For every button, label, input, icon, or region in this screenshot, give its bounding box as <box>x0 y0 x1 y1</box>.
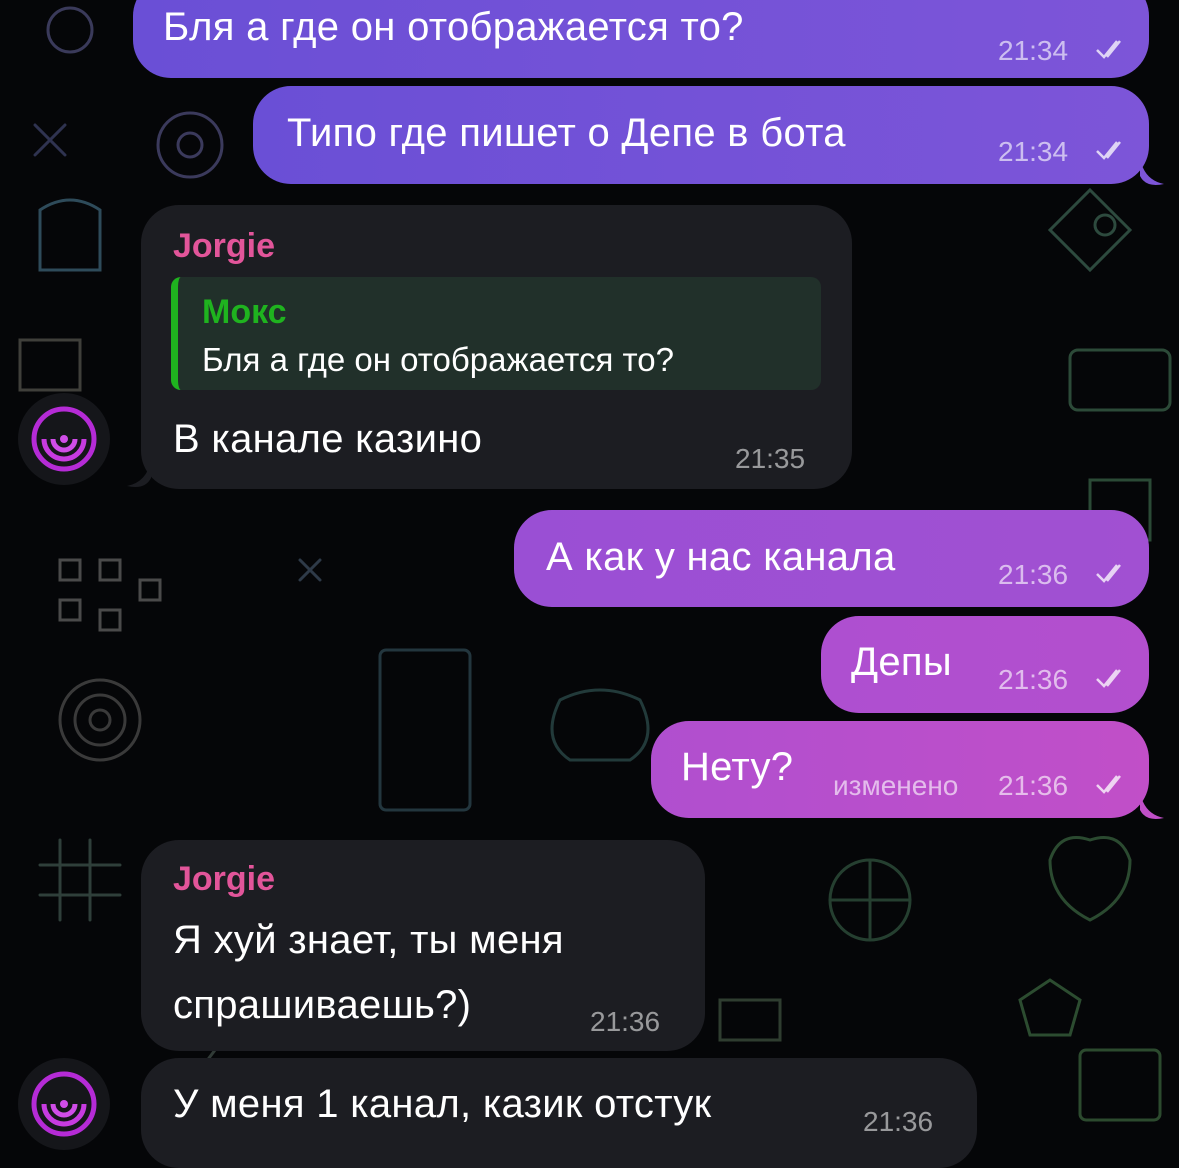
message-bubble-outgoing[interactable]: Бля а где он отображается то? 21:34 <box>133 0 1149 78</box>
message-text: Нету? <box>681 745 794 789</box>
reply-author: Мокс <box>202 293 287 331</box>
message-time: 21:34 <box>998 136 1069 167</box>
edited-label: изменено <box>833 770 959 801</box>
reply-quote[interactable]: Мокс Бля а где он отображается то? <box>171 277 821 390</box>
sender-name[interactable]: Jorgie <box>173 227 275 266</box>
double-check-icon <box>1096 775 1121 794</box>
double-check-icon <box>1096 141 1121 160</box>
double-check-icon <box>1096 564 1121 583</box>
radar-logo-icon <box>31 406 97 472</box>
sender-name[interactable]: Jorgie <box>173 860 275 899</box>
message-bubble-outgoing[interactable]: Депы 21:36 <box>821 616 1149 713</box>
message-time: 21:36 <box>590 1006 661 1037</box>
message-time: 21:35 <box>735 443 806 474</box>
message-time: 21:36 <box>863 1106 934 1137</box>
message-text: У меня 1 канал, казик отстук <box>173 1082 712 1126</box>
message-time: 21:36 <box>998 664 1069 695</box>
message-text: Бля а где он отображается то? <box>163 5 744 49</box>
bubble-tail <box>1140 158 1164 185</box>
message-time: 21:34 <box>998 35 1069 66</box>
message-text: Депы <box>851 640 952 684</box>
message-time: 21:36 <box>998 559 1069 590</box>
message-text: В канале казино <box>173 417 483 461</box>
message-bubble-incoming[interactable]: У меня 1 канал, казик отстук 21:36 <box>141 1058 977 1168</box>
radar-logo-icon <box>31 1071 97 1137</box>
double-check-icon <box>1096 40 1121 59</box>
message-bubble-outgoing[interactable]: Типо где пишет о Депе в бота 21:34 <box>253 86 1149 184</box>
message-text-line: спрашиваешь?) <box>173 983 472 1027</box>
bubble-tail <box>127 460 151 487</box>
message-bubble-outgoing[interactable]: Нету? изменено 21:36 <box>651 721 1149 818</box>
double-check-icon <box>1096 669 1121 688</box>
message-text: Типо где пишет о Депе в бота <box>287 111 846 155</box>
message-bubble-incoming[interactable]: Jorgie Мокс Бля а где он отображается то… <box>141 205 852 489</box>
message-bubble-outgoing[interactable]: А как у нас канала 21:36 <box>514 510 1149 607</box>
message-bubble-incoming[interactable]: Jorgie Я хуй знает, ты меня спрашиваешь?… <box>141 840 705 1051</box>
message-time: 21:36 <box>998 770 1069 801</box>
reply-text: Бля а где он отображается то? <box>202 341 674 378</box>
message-text: А как у нас канала <box>546 535 896 579</box>
avatar[interactable] <box>18 1058 110 1150</box>
bubble-tail <box>1140 792 1164 819</box>
avatar[interactable] <box>18 393 110 485</box>
message-text-line: Я хуй знает, ты меня <box>173 918 564 962</box>
